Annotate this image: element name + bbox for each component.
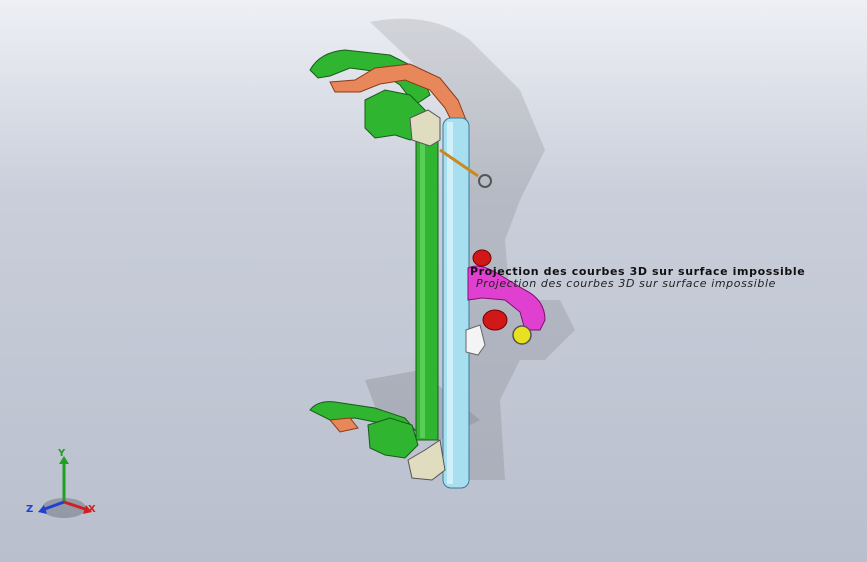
red-top-cap[interactable] <box>472 249 492 267</box>
bottom-orange-tab[interactable] <box>329 417 359 433</box>
red-nozzle[interactable] <box>482 309 508 331</box>
blue-beam-highlight <box>447 122 453 484</box>
projection-warning-text-shadow: Projection des courbes 3D sur surface im… <box>476 277 776 290</box>
axis-y-label: Y <box>58 448 66 459</box>
axis-z-label: Z <box>26 504 34 515</box>
blue-beam[interactable] <box>442 117 470 489</box>
green-rail-highlight <box>420 132 425 438</box>
axis-x-label: X <box>88 504 96 515</box>
yellow-coupler[interactable] <box>512 325 532 345</box>
model-shadow <box>365 18 575 480</box>
bottom-green-bracket[interactable] <box>367 417 419 459</box>
green-vertical-rail[interactable] <box>415 129 439 441</box>
axis-triad[interactable]: Y Z X <box>24 448 104 524</box>
cad-3d-viewport[interactable]: Projection des courbes 3D sur surface im… <box>0 0 867 562</box>
